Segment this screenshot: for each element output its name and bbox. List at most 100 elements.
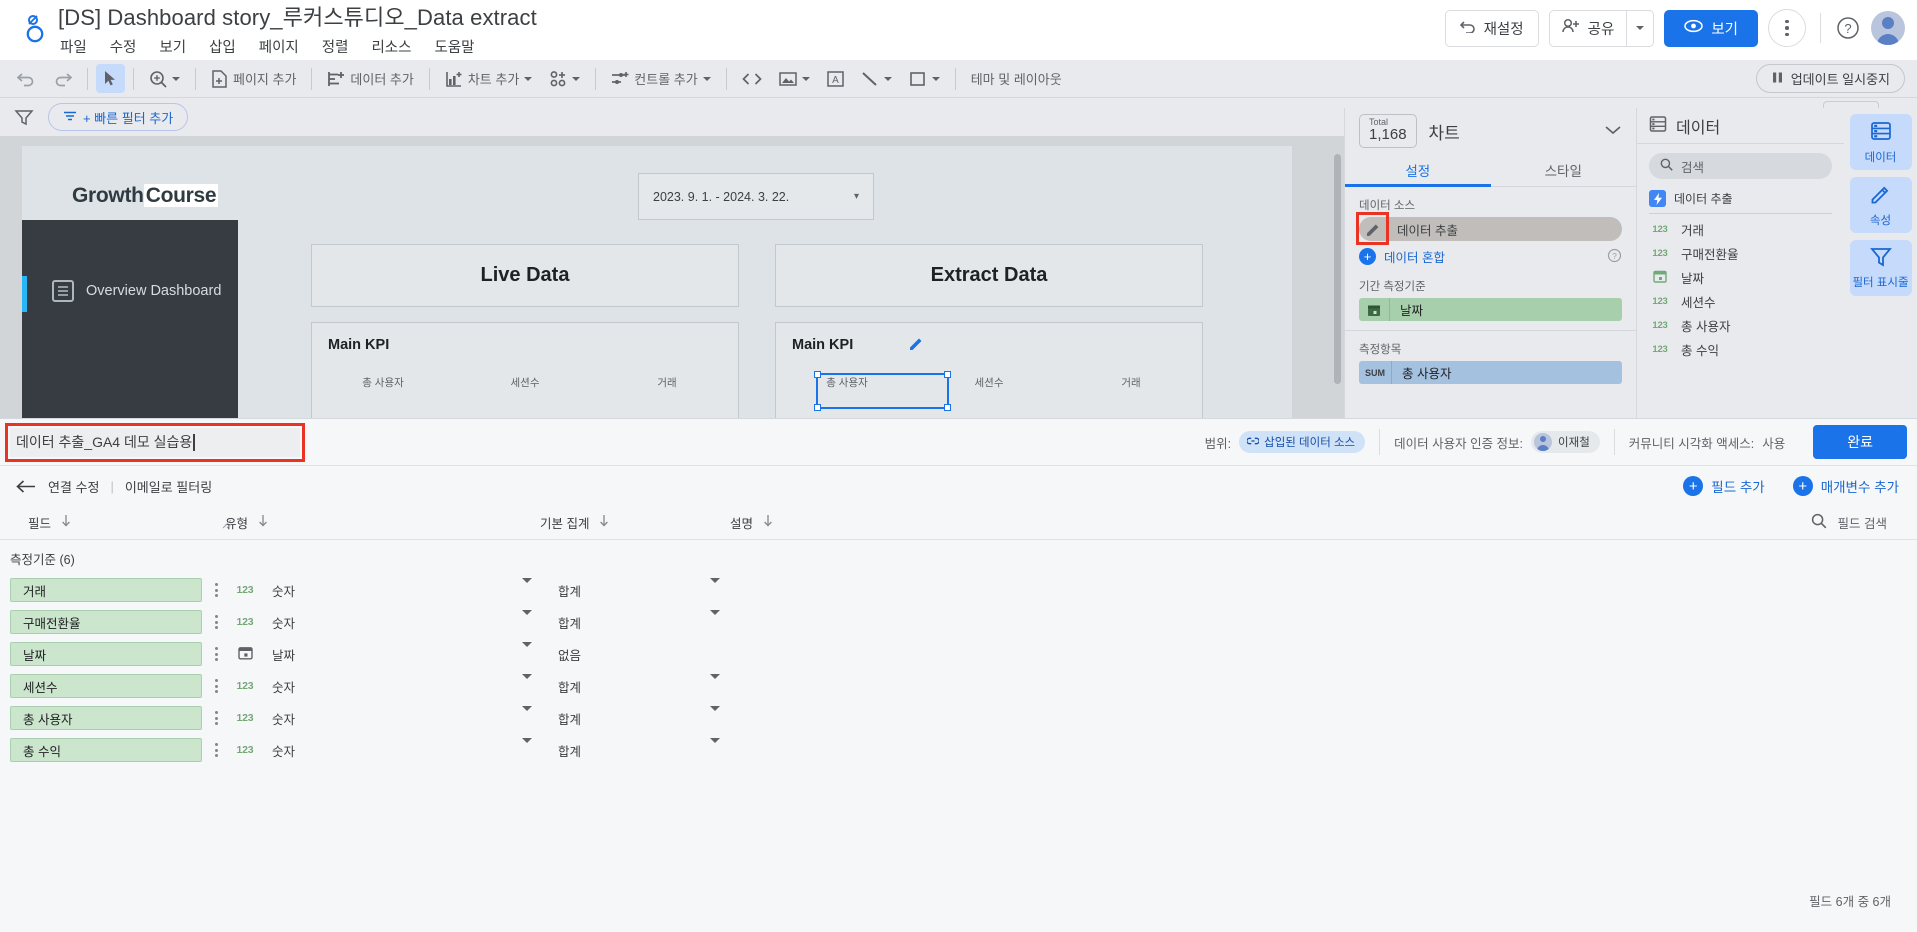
table-row[interactable]: 총 사용자 123 숫자 합계 [0, 702, 1917, 734]
menu-resource[interactable]: 리소스 [371, 36, 411, 57]
menu-page[interactable]: 페이지 [259, 36, 299, 57]
add-quick-filter-button[interactable]: + 빠른 필터 추가 [48, 103, 189, 131]
help-button[interactable]: ? [1835, 15, 1861, 41]
field-item-날짜[interactable]: 날짜 [1637, 265, 1844, 289]
filter-by-email-link[interactable]: 이메일로 필터링 [125, 477, 212, 496]
column-header-description[interactable]: 설명 [730, 513, 1917, 532]
insert-shape-button[interactable] [902, 64, 947, 93]
avatar[interactable] [1871, 11, 1905, 45]
zoom-tool-button[interactable] [142, 64, 187, 93]
field-type-cell[interactable]: 123 숫자 [230, 737, 550, 760]
table-row[interactable]: 총 수익 123 숫자 합계 [0, 734, 1917, 766]
chevron-down-icon[interactable] [522, 737, 532, 758]
field-item-거래[interactable]: 123 거래 [1637, 217, 1844, 241]
menu-help[interactable]: 도움말 [435, 36, 475, 57]
collapse-panel-chevron-icon[interactable] [1604, 124, 1622, 139]
chevron-down-icon[interactable] [710, 577, 720, 598]
insert-line-button[interactable] [854, 64, 899, 93]
chevron-down-icon[interactable] [522, 609, 532, 630]
add-control-button[interactable]: 컨트롤 추가 [604, 64, 717, 93]
date-range-dimension-chip[interactable]: 날짜 [1359, 298, 1622, 321]
community-viz-segment[interactable]: 커뮤니티 시각화 액세스: 사용 [1615, 427, 1799, 457]
field-aggregation-cell[interactable]: 합계 [550, 705, 740, 728]
embed-code-button[interactable] [735, 64, 769, 93]
field-name-chip[interactable]: 날짜 [10, 642, 202, 666]
column-header-default-agg[interactable]: 기본 집계 [540, 513, 730, 532]
reset-button[interactable]: 재설정 [1444, 9, 1539, 47]
field-type-cell[interactable]: 123 숫자 [230, 673, 550, 696]
field-aggregation-cell[interactable]: 합계 [550, 609, 740, 632]
share-button[interactable]: 공유 [1550, 11, 1627, 46]
tab-style[interactable]: 스타일 [1491, 154, 1637, 186]
field-search-input[interactable]: 검색 [1649, 153, 1832, 179]
insert-text-button[interactable]: A [820, 64, 851, 93]
row-menu-button[interactable] [202, 679, 230, 693]
add-chart-button[interactable]: 차트 추가 [438, 64, 539, 93]
share-dropdown-button[interactable] [1626, 10, 1653, 46]
menu-arrange[interactable]: 정렬 [322, 36, 349, 57]
field-type-cell[interactable]: 날짜 [230, 641, 550, 664]
menu-file[interactable]: 파일 [60, 36, 87, 57]
column-header-field[interactable]: 필드 [0, 513, 220, 532]
table-row[interactable]: 거래 123 숫자 합계 [0, 574, 1917, 606]
community-viz-button[interactable] [542, 64, 587, 93]
live-data-panel[interactable]: Live Data [311, 244, 739, 307]
rail-item-data[interactable]: 데이터 [1849, 114, 1912, 170]
menu-insert[interactable]: 삽입 [209, 36, 236, 57]
rail-item-properties[interactable]: 속성 [1849, 177, 1912, 233]
add-data-button[interactable]: 데이터 추가 [320, 64, 420, 93]
report-canvas[interactable]: GrowthCourse Overview Dashboard 2023. 9.… [0, 136, 1344, 418]
field-type-cell[interactable]: 123 숫자 [230, 577, 550, 600]
credentials-user-chip[interactable]: 이재철 [1531, 431, 1600, 453]
selection-box[interactable] [814, 371, 951, 411]
chevron-down-icon[interactable] [522, 705, 532, 726]
row-menu-button[interactable] [202, 743, 230, 757]
canvas-scrollbar[interactable] [1334, 154, 1341, 384]
main-kpi-card-extract[interactable]: Main KPI 총 사용자 세션수 거래 [775, 322, 1203, 418]
field-item-세션수[interactable]: 123 세션수 [1637, 289, 1844, 313]
row-menu-button[interactable] [202, 615, 230, 629]
extract-data-panel[interactable]: Extract Data [775, 244, 1203, 307]
add-page-button[interactable]: 페이지 추가 [204, 64, 303, 93]
column-header-type[interactable]: 유형 [220, 513, 540, 532]
field-item-총수익[interactable]: 123 총 수익 [1637, 337, 1844, 361]
menu-view[interactable]: 보기 [159, 36, 186, 57]
chevron-down-icon[interactable] [522, 577, 532, 598]
redo-button[interactable] [46, 64, 79, 93]
add-parameter-button[interactable]: + 매개변수 추가 [1792, 476, 1899, 496]
field-aggregation-cell[interactable]: 합계 [550, 673, 740, 696]
pause-updates-button[interactable]: 업데이트 일시중지 [1755, 64, 1905, 93]
column-resize-handle[interactable] [222, 518, 232, 529]
field-name-chip[interactable]: 거래 [10, 578, 202, 602]
edit-pencil-icon[interactable] [906, 333, 926, 353]
insert-image-button[interactable] [772, 64, 817, 93]
table-row[interactable]: 날짜 날짜 없음 [0, 638, 1917, 670]
field-name-chip[interactable]: 구매전환율 [10, 610, 202, 634]
menu-edit[interactable]: 수정 [110, 36, 137, 57]
date-range-control[interactable]: 2023. 9. 1. - 2024. 3. 22. ▾ [638, 173, 874, 220]
field-item-구매전환율[interactable]: 123 구매전환율 [1637, 241, 1844, 265]
field-search-control[interactable]: 필드 검색 [1811, 513, 1887, 532]
view-button[interactable]: 보기 [1664, 9, 1758, 47]
row-menu-button[interactable] [202, 647, 230, 661]
row-menu-button[interactable] [202, 583, 230, 597]
chevron-down-icon[interactable] [522, 673, 532, 694]
undo-button[interactable] [10, 64, 43, 93]
table-row[interactable]: 구매전환율 123 숫자 합계 [0, 606, 1917, 638]
done-button[interactable]: 완료 [1813, 425, 1907, 459]
chevron-down-icon[interactable] [710, 705, 720, 726]
field-name-chip[interactable]: 총 사용자 [10, 706, 202, 730]
field-type-cell[interactable]: 123 숫자 [230, 609, 550, 632]
more-options-button[interactable] [1768, 9, 1806, 47]
chevron-down-icon[interactable] [710, 673, 720, 694]
rail-item-filter-bar[interactable]: 필터 표시줄 [1849, 240, 1912, 296]
table-row[interactable]: 세션수 123 숫자 합계 [0, 670, 1917, 702]
help-circle-icon[interactable]: ? [1607, 248, 1622, 266]
select-tool-button[interactable] [96, 64, 125, 93]
back-arrow-icon[interactable] [16, 479, 37, 494]
edit-connection-link[interactable]: 연결 수정 [48, 477, 99, 496]
data-source-entry[interactable]: 데이터 추출 [1637, 183, 1844, 213]
metric-chip[interactable]: SUM 총 사용자 [1359, 361, 1622, 384]
add-field-button[interactable]: + 필드 추가 [1683, 476, 1765, 496]
chevron-down-icon[interactable] [710, 609, 720, 630]
